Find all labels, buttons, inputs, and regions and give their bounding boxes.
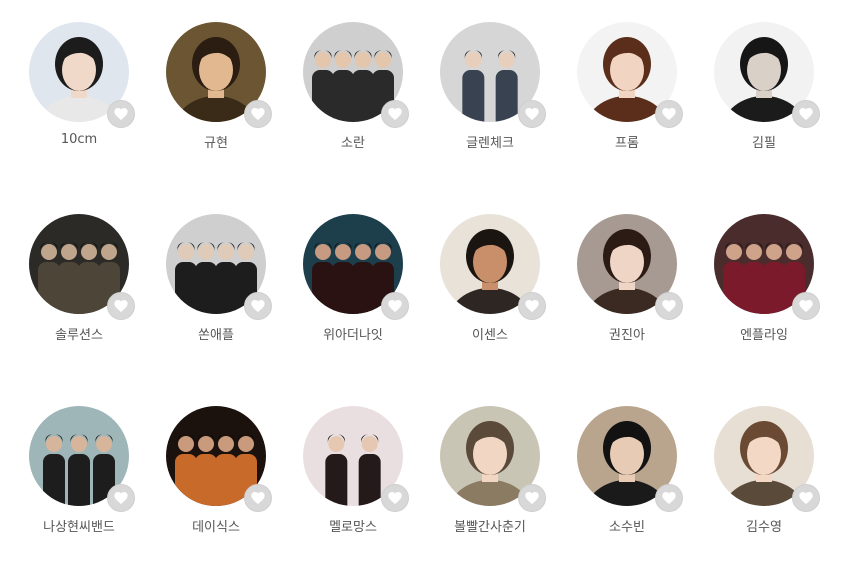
artist-card[interactable]: 소수빈 (567, 406, 687, 556)
artist-name[interactable]: 위아더나잇 (293, 324, 413, 343)
heart-icon (250, 490, 266, 506)
heart-icon-graphic (251, 300, 265, 313)
artist-card[interactable]: 데이식스 (156, 406, 276, 556)
heart-icon (661, 298, 677, 314)
heart-icon-graphic (525, 108, 539, 121)
artist-grid: 10cm 규현 소란 글렌체크 프롬 김필솔루션스 쏜애플 위아더나잇 이센스 권진아 엔플라잉나상… (0, 0, 852, 565)
heart-icon-graphic (525, 300, 539, 313)
artist-name[interactable]: 솔루션스 (19, 324, 139, 343)
heart-icon-graphic (662, 300, 676, 313)
heart-icon (387, 298, 403, 314)
artist-name[interactable]: 이센스 (430, 324, 550, 343)
artist-card[interactable]: 김필 (704, 22, 824, 172)
like-button[interactable] (244, 100, 272, 128)
heart-icon-graphic (799, 300, 813, 313)
artist-name[interactable]: 볼빨간사춘기 (430, 516, 550, 535)
like-button[interactable] (244, 484, 272, 512)
heart-icon (798, 106, 814, 122)
artist-card[interactable]: 쏜애플 (156, 214, 276, 364)
like-button[interactable] (381, 484, 409, 512)
artist-name[interactable]: 글렌체크 (430, 132, 550, 151)
like-button[interactable] (655, 100, 683, 128)
heart-icon (798, 298, 814, 314)
artist-card[interactable]: 위아더나잇 (293, 214, 413, 364)
heart-icon-graphic (251, 492, 265, 505)
heart-icon-graphic (662, 108, 676, 121)
heart-icon-graphic (388, 492, 402, 505)
like-button[interactable] (792, 100, 820, 128)
artist-card[interactable]: 프롬 (567, 22, 687, 172)
artist-name[interactable]: 김필 (704, 132, 824, 151)
like-button[interactable] (381, 100, 409, 128)
artist-card[interactable]: 10cm (19, 22, 139, 172)
heart-icon (113, 298, 129, 314)
like-button[interactable] (655, 292, 683, 320)
heart-icon-graphic (388, 108, 402, 121)
artist-card[interactable]: 권진아 (567, 214, 687, 364)
artist-name[interactable]: 권진아 (567, 324, 687, 343)
like-button[interactable] (107, 100, 135, 128)
heart-icon-graphic (525, 492, 539, 505)
heart-icon (524, 298, 540, 314)
artist-card[interactable]: 이센스 (430, 214, 550, 364)
heart-icon (661, 490, 677, 506)
heart-icon-graphic (114, 300, 128, 313)
heart-icon (798, 490, 814, 506)
heart-icon-graphic (251, 108, 265, 121)
artist-name[interactable]: 멜로망스 (293, 516, 413, 535)
artist-name[interactable]: 데이식스 (156, 516, 276, 535)
heart-icon-graphic (799, 492, 813, 505)
heart-icon (524, 490, 540, 506)
like-button[interactable] (518, 100, 546, 128)
artist-name[interactable]: 소란 (293, 132, 413, 151)
artist-name[interactable]: 엔플라잉 (704, 324, 824, 343)
artist-card[interactable]: 볼빨간사춘기 (430, 406, 550, 556)
like-button[interactable] (792, 292, 820, 320)
like-button[interactable] (518, 484, 546, 512)
like-button[interactable] (107, 484, 135, 512)
artist-card[interactable]: 멜로망스 (293, 406, 413, 556)
heart-icon (250, 106, 266, 122)
heart-icon (113, 106, 129, 122)
heart-icon-graphic (114, 492, 128, 505)
like-button[interactable] (792, 484, 820, 512)
heart-icon-graphic (114, 108, 128, 121)
heart-icon (661, 106, 677, 122)
heart-icon (387, 490, 403, 506)
artist-card[interactable]: 소란 (293, 22, 413, 172)
like-button[interactable] (518, 292, 546, 320)
heart-icon-graphic (388, 300, 402, 313)
heart-icon (387, 106, 403, 122)
like-button[interactable] (655, 484, 683, 512)
heart-icon-graphic (799, 108, 813, 121)
heart-icon (524, 106, 540, 122)
like-button[interactable] (244, 292, 272, 320)
heart-icon (113, 490, 129, 506)
like-button[interactable] (381, 292, 409, 320)
artist-card[interactable]: 솔루션스 (19, 214, 139, 364)
artist-card[interactable]: 글렌체크 (430, 22, 550, 172)
artist-name[interactable]: 프롬 (567, 132, 687, 151)
artist-name[interactable]: 나상현씨밴드 (19, 516, 139, 535)
artist-name[interactable]: 소수빈 (567, 516, 687, 535)
artist-name[interactable]: 쏜애플 (156, 324, 276, 343)
artist-card[interactable]: 엔플라잉 (704, 214, 824, 364)
artist-card[interactable]: 나상현씨밴드 (19, 406, 139, 556)
artist-card[interactable]: 김수영 (704, 406, 824, 556)
heart-icon (250, 298, 266, 314)
artist-card[interactable]: 규현 (156, 22, 276, 172)
like-button[interactable] (107, 292, 135, 320)
artist-name[interactable]: 김수영 (704, 516, 824, 535)
heart-icon-graphic (662, 492, 676, 505)
artist-name[interactable]: 규현 (156, 132, 276, 151)
artist-name[interactable]: 10cm (19, 132, 139, 147)
